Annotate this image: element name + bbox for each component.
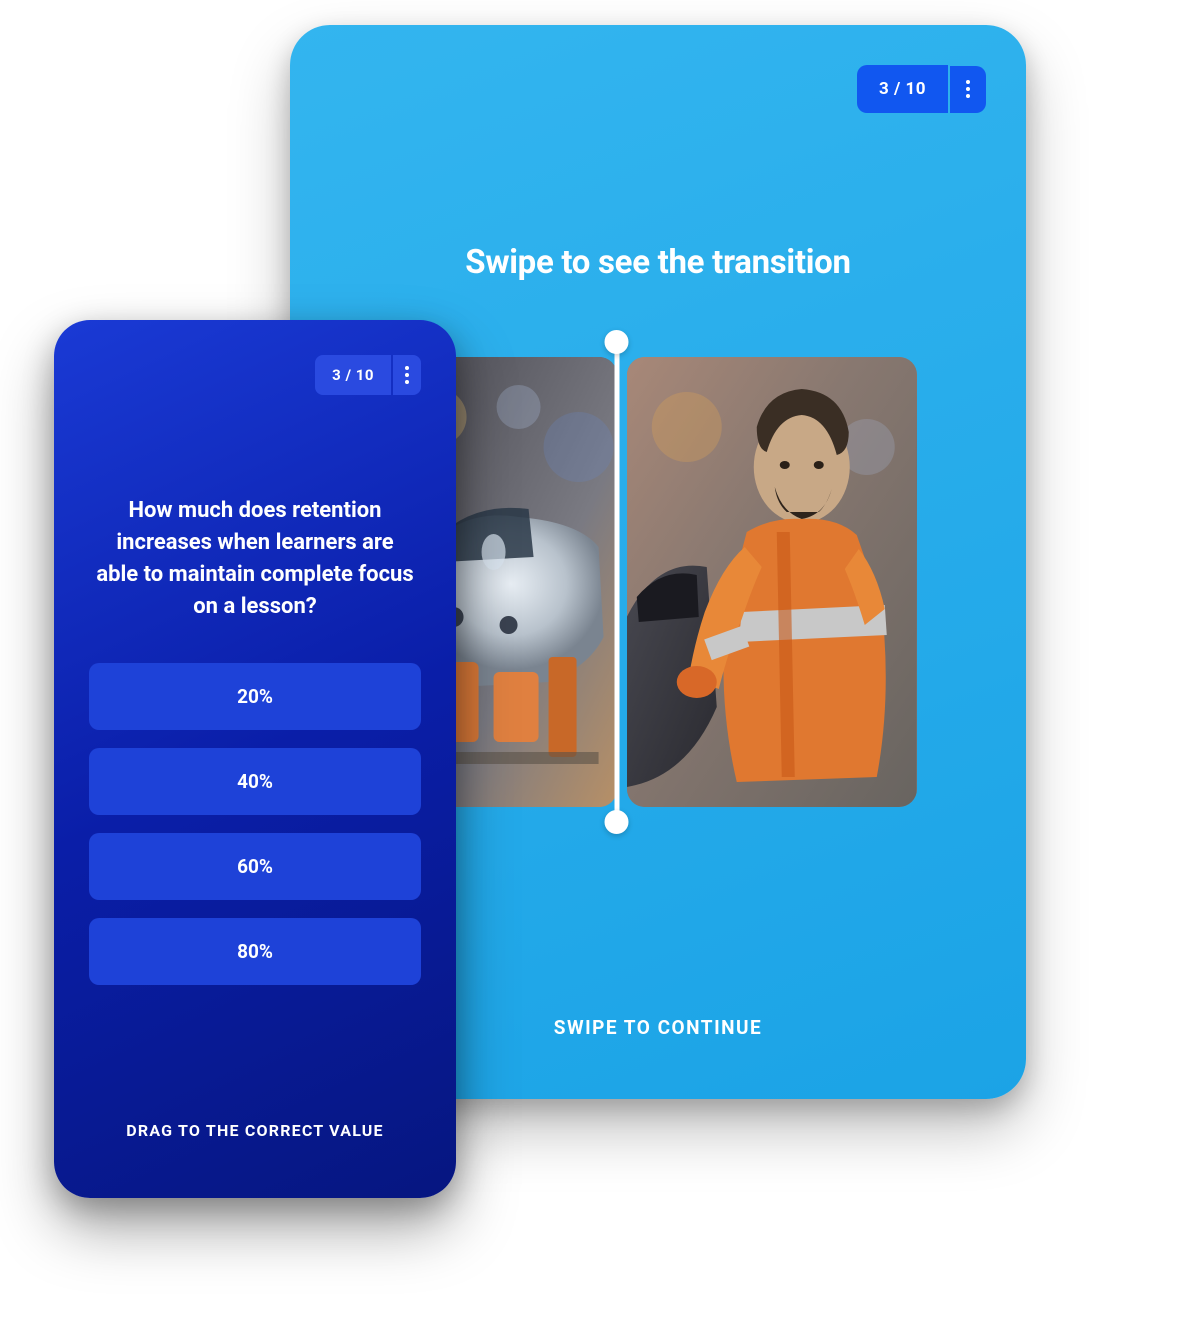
quiz-option[interactable]: 20% [89, 663, 421, 730]
quiz-question: How much does retention increases when l… [89, 495, 421, 623]
divider-handle-bottom[interactable] [605, 810, 629, 834]
quiz-option[interactable]: 80% [89, 918, 421, 985]
phone-header: 3 / 10 [89, 355, 421, 395]
drag-hint-label: DRAG TO THE CORRECT VALUE [54, 1121, 456, 1140]
after-image [627, 357, 917, 807]
phone-quiz-card: 3 / 10 How much does retention increases… [54, 320, 456, 1198]
kebab-menu-button[interactable] [393, 355, 421, 395]
divider-handle-top[interactable] [605, 330, 629, 354]
progress-badge: 3 / 10 [857, 65, 948, 113]
compare-divider[interactable] [614, 342, 619, 822]
tablet-header: 3 / 10 [330, 65, 986, 113]
swipe-title: Swipe to see the transition [330, 243, 986, 282]
progress-badge: 3 / 10 [315, 355, 391, 395]
quiz-option[interactable]: 60% [89, 833, 421, 900]
kebab-icon [966, 80, 970, 98]
quiz-options: 20% 40% 60% 80% [89, 663, 421, 985]
kebab-icon [405, 366, 409, 384]
kebab-menu-button[interactable] [950, 66, 986, 113]
image-compare-slider[interactable] [400, 357, 917, 807]
quiz-option[interactable]: 40% [89, 748, 421, 815]
worker-illustration [627, 357, 917, 807]
